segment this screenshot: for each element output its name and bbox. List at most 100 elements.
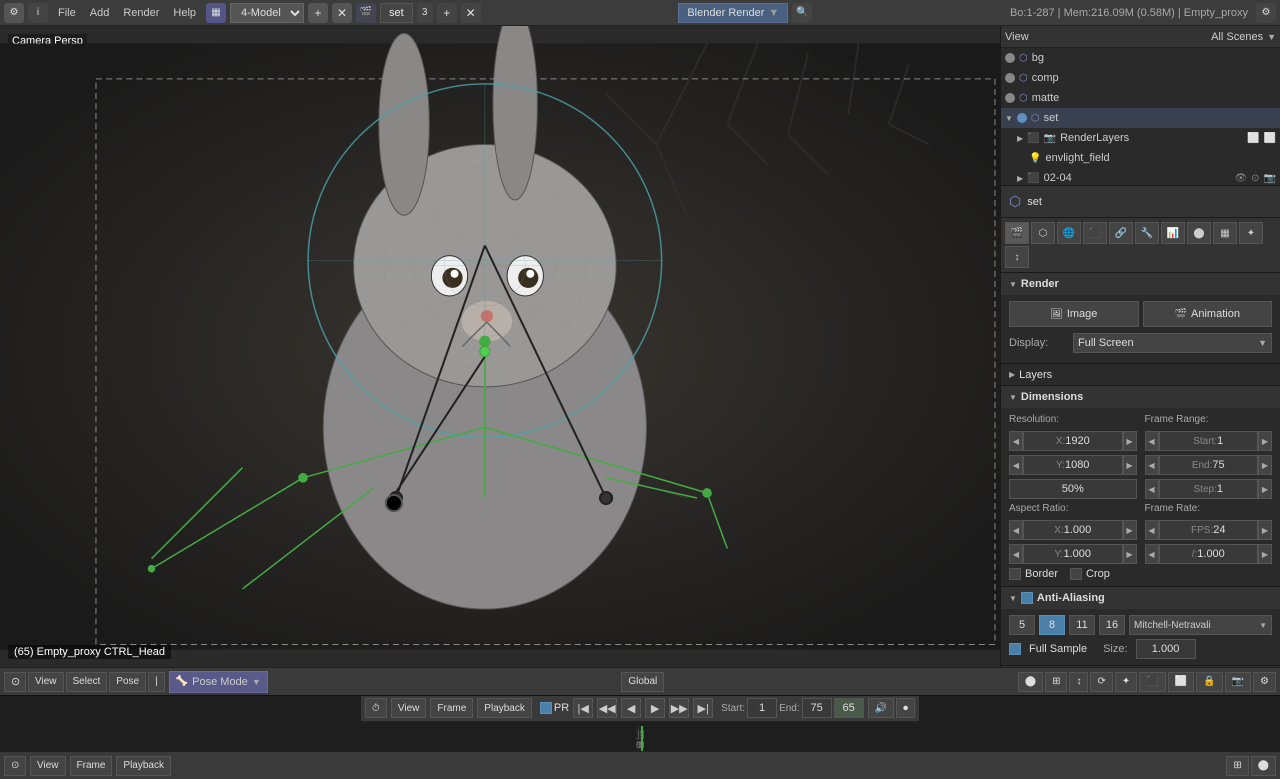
view-btn[interactable]: View — [28, 672, 64, 692]
shading-header[interactable]: ▼ Shading — [1001, 666, 1280, 667]
res-x-right[interactable]: ▶ — [1123, 431, 1137, 451]
tab-data[interactable]: 📊 — [1161, 222, 1185, 244]
orientation-btn[interactable]: Global — [621, 672, 664, 692]
step-left[interactable]: ◀ — [1145, 479, 1159, 499]
tab-texture[interactable]: ▦ — [1213, 222, 1237, 244]
aa-btn-16[interactable]: 16 — [1099, 615, 1125, 635]
filter-dropdown[interactable]: Mitchell-Netravali ▼ — [1129, 615, 1272, 635]
menu-render[interactable]: Render — [117, 5, 165, 21]
outliner-item-02-04[interactable]: ▶ ⬛ 02-04 👁 ⊙ 📷 — [1001, 168, 1280, 186]
tl-start-value[interactable]: 1 — [747, 698, 777, 718]
fps2-right[interactable]: ▶ — [1258, 544, 1272, 564]
ax-right[interactable]: ▶ — [1123, 520, 1137, 540]
outliner-item-envlight[interactable]: 💡 envlight_field — [1001, 148, 1280, 168]
status-playback[interactable]: Playback — [116, 756, 171, 776]
tl-jump-end[interactable]: ▶| — [693, 698, 713, 718]
full-sample-checkbox[interactable] — [1009, 643, 1021, 655]
res-x-value[interactable]: X: 1920 — [1023, 431, 1123, 451]
display-dropdown[interactable]: Full Screen ▼ — [1073, 333, 1272, 353]
view-icon[interactable]: ▦ — [206, 3, 226, 23]
ay-left[interactable]: ◀ — [1009, 544, 1023, 564]
aa-btn-11[interactable]: 11 — [1069, 615, 1095, 635]
image-button[interactable]: 🖼 Image — [1009, 301, 1139, 327]
viewport[interactable]: Camera Persp — [0, 26, 1000, 667]
tl-current-frame[interactable]: 65 — [834, 698, 864, 718]
menu-help[interactable]: Help — [167, 5, 202, 21]
ay-value[interactable]: Y: 1.000 — [1023, 544, 1123, 564]
menu-file[interactable]: File — [52, 5, 82, 21]
settings-icon[interactable]: ⚙ — [1256, 3, 1276, 23]
icon-btn-10[interactable]: ⚙ — [1253, 672, 1276, 692]
select-btn[interactable]: Select — [66, 672, 108, 692]
res-y-value[interactable]: Y: 1080 — [1023, 455, 1123, 475]
step-right[interactable]: ▶ — [1258, 479, 1272, 499]
pose-btn[interactable]: Pose — [109, 672, 146, 692]
fps2-left[interactable]: ◀ — [1145, 544, 1159, 564]
aa-btn-5[interactable]: 5 — [1009, 615, 1035, 635]
ax-left[interactable]: ◀ — [1009, 520, 1023, 540]
tab-modifiers[interactable]: 🔧 — [1135, 222, 1159, 244]
outliner-item-bg[interactable]: ⬡ bg — [1001, 48, 1280, 68]
tl-prev[interactable]: ◀ — [621, 698, 641, 718]
outliner-item-renderlayers[interactable]: ▶ ⬛ 📷 RenderLayers ⬜ ⬜ — [1001, 128, 1280, 148]
end-left[interactable]: ◀ — [1145, 455, 1159, 475]
icon-btn-9[interactable]: 📷 — [1225, 672, 1251, 692]
icon-btn-5[interactable]: ✦ — [1115, 672, 1137, 692]
tab-particles[interactable]: ✦ — [1239, 222, 1263, 244]
size-value[interactable]: 1.000 — [1136, 639, 1196, 659]
outliner-item-matte[interactable]: ⬡ matte — [1001, 88, 1280, 108]
frame-num[interactable]: 3 — [417, 3, 433, 23]
end-value[interactable]: End: 75 — [1159, 455, 1259, 475]
tab-scene[interactable]: ⬡ — [1031, 222, 1055, 244]
tl-view[interactable]: View — [391, 698, 427, 718]
status-icon2[interactable]: ⬤ — [1251, 756, 1276, 776]
layers-header[interactable]: ▶ Layers — [1001, 364, 1280, 386]
rl-icon1[interactable]: ⬜ — [1247, 133, 1259, 144]
crop-checkbox[interactable] — [1070, 568, 1082, 580]
fps-left[interactable]: ◀ — [1145, 520, 1159, 540]
icon-btn-8[interactable]: 🔒 — [1196, 672, 1222, 692]
tab-material[interactable]: ⬤ — [1187, 222, 1211, 244]
border-checkbox[interactable] — [1009, 568, 1021, 580]
end-right[interactable]: ▶ — [1258, 455, 1272, 475]
blender-icon[interactable]: ⚙ — [4, 3, 24, 23]
menu-add[interactable]: Add — [84, 5, 116, 21]
global-icon[interactable]: ⊙ — [4, 672, 26, 692]
pose-mode-btn[interactable]: 🦴 Pose Mode ▼ — [169, 671, 268, 693]
timeline-track[interactable]: smooth smack 051015202530354045505560657… — [636, 726, 644, 751]
status-icon1[interactable]: ⊞ — [1226, 756, 1248, 776]
tl-end-value[interactable]: 75 — [802, 698, 832, 718]
animation-button[interactable]: 🎬 Animation — [1143, 301, 1273, 327]
tl-next[interactable]: ▶▶ — [669, 698, 689, 718]
start-right[interactable]: ▶ — [1258, 431, 1272, 451]
aa-section-header[interactable]: ▼ Anti-Aliasing — [1001, 587, 1280, 609]
tl-icon[interactable]: ⏱ — [365, 698, 387, 718]
icon-btn-2[interactable]: ⊞ — [1045, 672, 1067, 692]
fps-right[interactable]: ▶ — [1258, 520, 1272, 540]
fps-value[interactable]: FPS: 24 — [1159, 520, 1259, 540]
render-section-header[interactable]: ▼ Render — [1001, 273, 1280, 295]
render-icon[interactable]: 🎬 — [356, 3, 376, 23]
outliner-item-set[interactable]: ▼ ⬡ set — [1001, 108, 1280, 128]
ay-right[interactable]: ▶ — [1123, 544, 1137, 564]
tl-icon1[interactable]: 🔊 — [868, 698, 894, 718]
tl-jump-start[interactable]: |◀ — [573, 698, 593, 718]
info-icon[interactable]: i — [28, 3, 48, 23]
pr-checkbox[interactable] — [540, 702, 552, 714]
percent-field[interactable]: 50% — [1009, 479, 1137, 499]
tl-play[interactable]: ▶ — [645, 698, 665, 718]
render-icon-row[interactable]: 📷 — [1264, 173, 1276, 184]
cursor-icon[interactable]: ⊙ — [1251, 173, 1259, 184]
add-view-icon[interactable]: + — [308, 3, 328, 23]
close-icon[interactable]: ✕ — [461, 3, 481, 23]
res-x-left[interactable]: ◀ — [1009, 431, 1023, 451]
tab-world[interactable]: 🌐 — [1057, 222, 1081, 244]
tl-playback[interactable]: Playback — [477, 698, 532, 718]
status-frame[interactable]: Frame — [70, 756, 113, 776]
tl-frame[interactable]: Frame — [430, 698, 473, 718]
view-menu[interactable]: View — [1005, 31, 1029, 43]
start-value[interactable]: Start: 1 — [1159, 431, 1259, 451]
icon-btn-4[interactable]: ⟳ — [1090, 672, 1112, 692]
status-view[interactable]: View — [30, 756, 66, 776]
close-view-icon[interactable]: ✕ — [332, 3, 352, 23]
